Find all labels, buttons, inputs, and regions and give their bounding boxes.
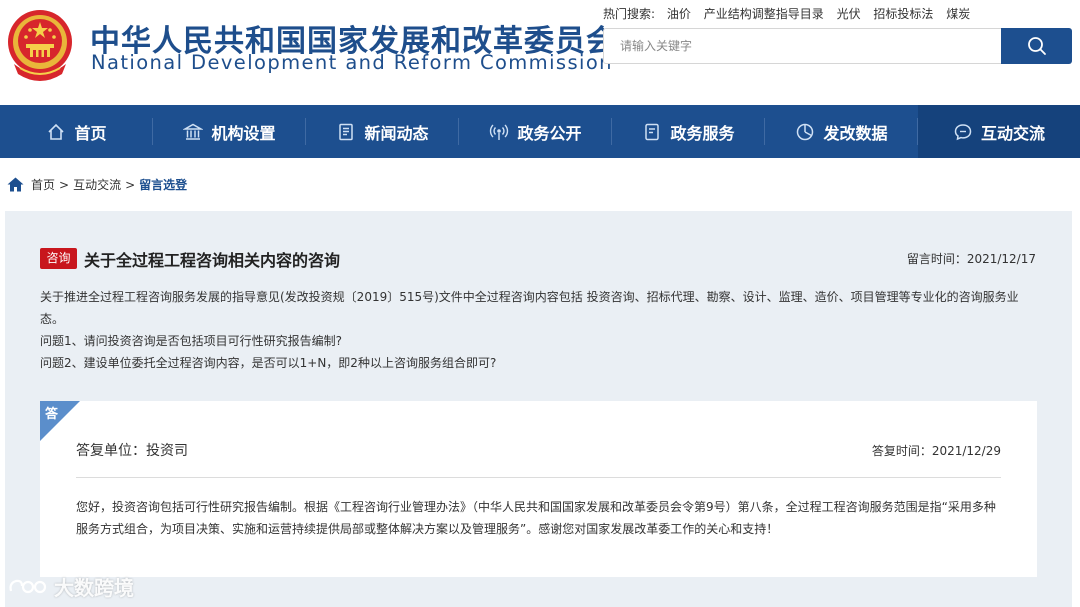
- answer-unit: 答复单位：投资司: [76, 443, 188, 459]
- divider: [76, 477, 1001, 478]
- chat-icon: [954, 123, 972, 140]
- pie-chart-icon: [797, 123, 814, 140]
- answer-time: 答复时间：2021/12/29: [871, 444, 1001, 458]
- hot-search-item[interactable]: 产业结构调整指导目录: [704, 7, 824, 21]
- breadcrumb-interaction[interactable]: 互动交流: [73, 176, 121, 193]
- breadcrumb-separator: >: [59, 177, 70, 192]
- question-time: 留言时间：2021/12/17: [906, 252, 1036, 266]
- answer-body: 您好，投资咨询包括可行性研究报告编制。根据《工程咨询行业管理办法》（中华人民共和…: [76, 500, 996, 536]
- nav-item-label: 政务服务: [670, 123, 735, 143]
- nav-item-label: 新闻动态: [364, 123, 429, 143]
- service-icon: [645, 123, 660, 140]
- institution-icon: [183, 123, 204, 140]
- question-paragraph: 关于推进全过程工程咨询服务发展的指导意见(发改投资规〔2019〕515号)文件中…: [40, 290, 1019, 326]
- nav-item-gov-affairs[interactable]: 政务公开: [459, 105, 612, 158]
- news-icon: [339, 123, 354, 140]
- breadcrumb: 首页 > 互动交流 > 留言选登: [7, 176, 187, 193]
- nav-item-label: 机构设置: [211, 123, 276, 143]
- question-paragraph: 问题2、建设单位委托全过程咨询内容，是否可以1+N，即2种以上咨询服务组合即可?: [40, 356, 497, 370]
- answer-card: 答 答复单位：投资司 答复时间：2021/12/29 您好，投资咨询包括可行性研…: [40, 401, 1037, 577]
- hot-search-item[interactable]: 招标投标法: [873, 7, 933, 21]
- search-button[interactable]: [1001, 28, 1072, 64]
- site-header: 中华人民共和国国家发展和改革委员会 National Development a…: [0, 0, 1080, 105]
- nav-item-label: 首页: [74, 123, 107, 143]
- nav-item-home[interactable]: 首页: [0, 105, 153, 158]
- nav-item-gov-service[interactable]: 政务服务: [612, 105, 765, 158]
- question-paragraph: 问题1、请问投资咨询是否包括项目可行性研究报告编制?: [40, 334, 343, 348]
- search-icon: [1027, 37, 1046, 55]
- watermark: 大数跨境: [8, 572, 134, 601]
- hot-search-label: 热门搜索:: [603, 7, 656, 21]
- message-panel: 咨询 关于全过程工程咨询相关内容的咨询 留言时间：2021/12/17 关于推进…: [5, 211, 1072, 607]
- question-title: 关于全过程工程咨询相关内容的咨询: [84, 251, 341, 270]
- home-icon[interactable]: [7, 177, 24, 192]
- breadcrumb-separator: >: [125, 177, 136, 192]
- nav-item-label: 政务公开: [517, 123, 582, 143]
- answer-badge-text: 答: [45, 406, 59, 422]
- nav-item-label: 发改数据: [823, 123, 888, 143]
- consult-tag: 咨询: [40, 248, 77, 269]
- nav-item-label: 互动交流: [980, 123, 1045, 143]
- hot-search-item[interactable]: 油价: [667, 7, 691, 21]
- answer-badge: 答: [40, 401, 80, 441]
- search-input[interactable]: [603, 28, 1001, 64]
- hot-search-item[interactable]: 光伏: [837, 7, 861, 21]
- breadcrumb-current: 留言选登: [139, 178, 188, 192]
- breadcrumb-home[interactable]: 首页: [31, 176, 55, 193]
- nav-item-data[interactable]: 发改数据: [765, 105, 918, 158]
- watermark-logo-icon: [9, 579, 47, 593]
- hot-search-bar: 热门搜索: 油价 产业结构调整指导目录 光伏 招标投标法 煤炭: [603, 5, 979, 22]
- broadcast-icon: [490, 124, 509, 140]
- question-body: 关于推进全过程工程咨询服务发展的指导意见(发改投资规〔2019〕515号)文件中…: [40, 286, 1040, 374]
- nav-item-institution[interactable]: 机构设置: [153, 105, 306, 158]
- home-icon: [48, 123, 65, 140]
- national-emblem-icon[interactable]: [6, 8, 74, 82]
- site-title-en[interactable]: National Development and Reform Commissi…: [91, 51, 613, 74]
- hot-search-item[interactable]: 煤炭: [946, 7, 970, 21]
- nav-item-interaction[interactable]: 互动交流: [918, 105, 1080, 158]
- watermark-text: 大数跨境: [54, 576, 134, 600]
- nav-item-news[interactable]: 新闻动态: [306, 105, 459, 158]
- main-nav: 首页 机构设置 新闻动态 政务公开 政务服务 发改数据 互动交流: [0, 105, 1080, 158]
